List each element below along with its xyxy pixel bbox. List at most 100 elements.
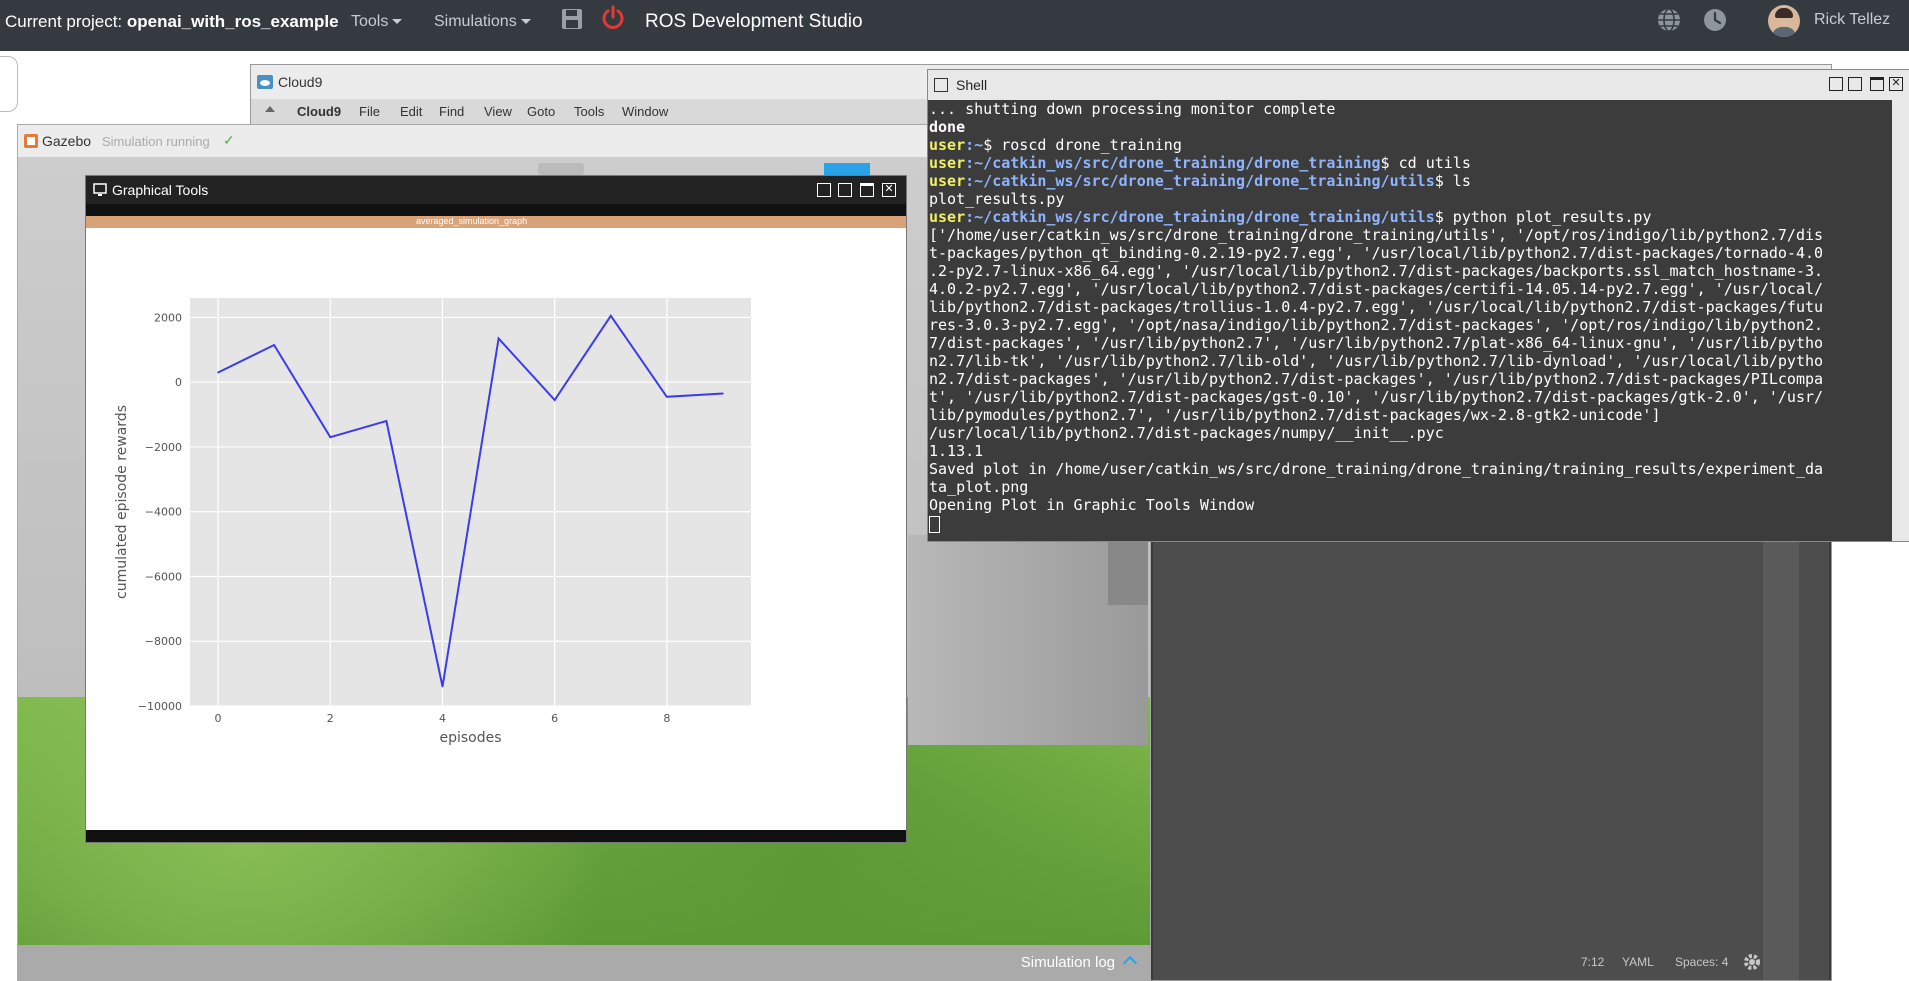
avatar[interactable] <box>1768 5 1800 37</box>
plot-window-titlebar[interactable]: averaged_simulation_graph <box>86 216 906 228</box>
user-name[interactable]: Rick Tellez <box>1814 11 1890 29</box>
x-tick-label: 6 <box>551 712 558 725</box>
plot-window-title: averaged_simulation_graph <box>416 216 528 226</box>
terminal-line: n2.7/dist-packages', '/usr/lib/python2.7… <box>929 370 1824 388</box>
prompt-path: :~/catkin_ws/src/drone_training/drone_tr… <box>965 154 1381 172</box>
scene-toolbar-button[interactable] <box>538 163 584 175</box>
data-point <box>553 399 556 401</box>
x-axis-label: episodes <box>439 730 501 746</box>
menu-window[interactable]: Window <box>622 104 668 119</box>
clock-icon[interactable] <box>1702 7 1728 33</box>
close-icon[interactable]: ✕ <box>882 183 896 197</box>
simulation-log-toggle[interactable]: Simulation log <box>1021 954 1115 971</box>
data-point <box>441 685 444 688</box>
cursor-position[interactable]: 7:12 <box>1581 955 1604 969</box>
terminal-line: user:~/catkin_ws/src/drone_training/dron… <box>929 172 1892 190</box>
terminal-line: res-3.0.3-py2.7.egg', '/opt/nasa/indigo/… <box>929 316 1824 334</box>
maximize-icon[interactable] <box>860 183 874 197</box>
minimize-icon[interactable] <box>838 183 852 197</box>
data-point <box>329 436 332 439</box>
prompt-command: $ cd utils <box>1380 154 1471 172</box>
menu-view[interactable]: View <box>484 104 512 119</box>
editor-scrollbar[interactable] <box>1763 510 1799 980</box>
cloud9-statusbar: 7:12 YAML Spaces: 4 <box>1153 945 1829 979</box>
graphical-tools-bar <box>86 204 906 216</box>
scene-mode-button[interactable] <box>824 163 870 175</box>
shell-titlebar[interactable]: Shell ✕ <box>928 70 1909 100</box>
monitor-icon <box>93 183 107 196</box>
y-tick-label: 2000 <box>154 311 182 324</box>
maximize-icon[interactable] <box>1870 77 1884 91</box>
prompt-user: user <box>929 172 966 190</box>
caret-down-icon <box>520 19 531 25</box>
x-tick-label: 0 <box>215 712 222 725</box>
graphical-tools-title: Graphical Tools <box>112 182 209 198</box>
prompt-path: :~ <box>965 136 984 154</box>
power-icon[interactable] <box>600 5 626 31</box>
tools-menu[interactable]: Tools <box>351 13 403 31</box>
terminal-icon <box>934 78 948 92</box>
terminal-line: n2.7/lib-tk', '/usr/lib/python2.7/lib-ol… <box>929 352 1824 370</box>
terminal-cursor <box>929 516 940 533</box>
simulations-menu-label: Simulations <box>434 13 517 30</box>
terminal-scrollbar[interactable] <box>1892 100 1909 541</box>
cloud9-editor[interactable] <box>1153 510 1829 980</box>
terminal-text: ... shutting down processing monitor com… <box>928 100 1892 533</box>
restore-icon[interactable] <box>1829 77 1843 91</box>
graphical-tools-footer <box>86 830 906 842</box>
shell-title: Shell <box>956 77 988 93</box>
menu-cloud9[interactable]: Cloud9 <box>297 104 341 119</box>
collapse-icon[interactable] <box>265 106 275 112</box>
y-tick-label: −10000 <box>138 700 182 713</box>
simulations-menu[interactable]: Simulations <box>434 13 531 31</box>
data-point <box>385 420 388 422</box>
terminal-line: t', '/usr/lib/python2.7/dist-packages/gs… <box>929 388 1824 406</box>
top-navbar: Current project: openai_with_ros_example… <box>0 0 1909 51</box>
gear-icon[interactable] <box>1743 953 1761 971</box>
y-tick-label: −4000 <box>145 506 182 519</box>
y-tick-label: −6000 <box>145 570 182 583</box>
cloud-icon <box>257 75 273 89</box>
terminal-output[interactable]: ... shutting down processing monitor com… <box>928 100 1892 541</box>
prompt-command: $ python plot_results.py <box>1434 208 1652 226</box>
terminal-line: lib/python2.7/dist-packages/trollius-1.0… <box>929 298 1824 316</box>
y-axis-label: cumulated episode rewards <box>114 405 130 599</box>
prompt-user: user <box>929 208 966 226</box>
terminal-line: user:~/catkin_ws/src/drone_training/dron… <box>929 208 1892 226</box>
terminal-line: ta_plot.png <box>929 478 1029 496</box>
x-tick-label: 2 <box>327 712 334 725</box>
indent-spaces[interactable]: Spaces: 4 <box>1675 955 1728 969</box>
terminal-line: plot_results.py <box>929 190 1065 208</box>
restore-icon[interactable] <box>817 183 831 197</box>
globe-icon[interactable] <box>1656 7 1682 33</box>
project-prefix: Current project: <box>5 12 127 31</box>
shell-window: Shell ✕ ... shutting down processing mon… <box>927 69 1909 542</box>
graphical-tools-titlebar[interactable]: Graphical Tools ✕ <box>86 176 906 204</box>
data-point <box>722 392 724 395</box>
terminal-line: /usr/local/lib/python2.7/dist-packages/n… <box>929 424 1444 442</box>
save-icon[interactable] <box>561 8 583 30</box>
terminal-line: ['/home/user/catkin_ws/src/drone_trainin… <box>929 226 1824 244</box>
terminal-line: 1.13.1 <box>929 442 984 460</box>
cloud9-title: Cloud9 <box>278 74 323 90</box>
minimize-icon[interactable] <box>1848 77 1862 91</box>
syntax-mode[interactable]: YAML <box>1622 955 1654 969</box>
terminal-line: t-packages/python_qt_binding-0.2.19-py2.… <box>929 244 1824 262</box>
close-icon[interactable]: ✕ <box>1889 77 1903 91</box>
gazebo-pillar <box>1108 535 1148 605</box>
menu-goto[interactable]: Goto <box>527 104 555 119</box>
menu-file[interactable]: File <box>359 104 380 119</box>
graphical-tools-window: Graphical Tools ✕ averaged_simulation_gr… <box>85 175 907 843</box>
side-panel-handle[interactable] <box>0 56 18 112</box>
menu-edit[interactable]: Edit <box>400 104 422 119</box>
gazebo-statusbar: Simulation log <box>18 945 1150 980</box>
menu-tools[interactable]: Tools <box>574 104 604 119</box>
data-point <box>609 315 612 317</box>
simulation-status: Simulation running <box>102 134 210 149</box>
app-title: ROS Development Studio <box>645 11 863 32</box>
check-icon: ✓ <box>223 132 235 148</box>
chevron-up-icon[interactable] <box>1122 955 1138 971</box>
terminal-line: done <box>929 118 966 136</box>
y-tick-label: −8000 <box>145 635 182 648</box>
menu-find[interactable]: Find <box>439 104 464 119</box>
